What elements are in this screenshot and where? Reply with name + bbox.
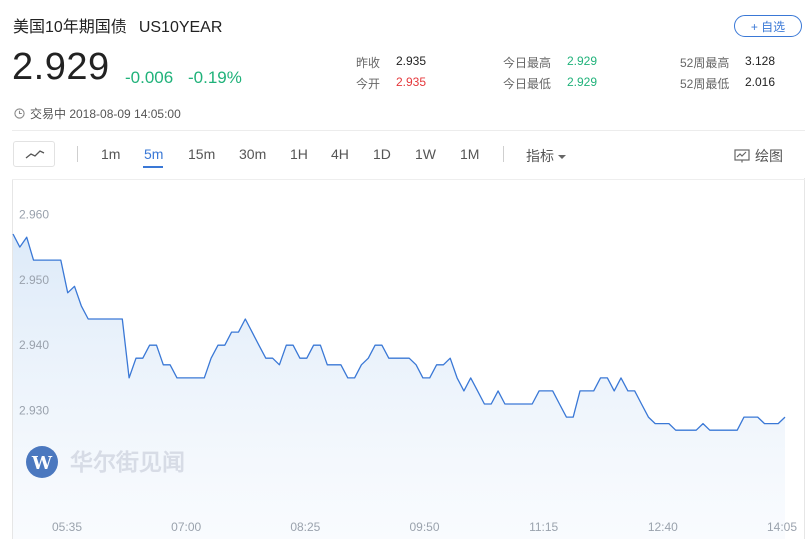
interval-1d[interactable]: 1D xyxy=(373,146,391,162)
x-tick-label-0: 05:35 xyxy=(52,520,82,534)
interval-1mo[interactable]: 1M xyxy=(460,146,479,162)
price-change-percent: -0.19% xyxy=(188,68,242,87)
x-tick-label-5: 12:40 xyxy=(648,520,678,534)
clock-icon xyxy=(14,108,25,119)
trading-status-text: 交易中 2018-08-09 14:05:00 xyxy=(30,107,181,121)
instrument-title: 美国10年期国债 US10YEAR xyxy=(13,13,222,37)
chart-type-button[interactable] xyxy=(13,141,55,167)
toolbar-separator xyxy=(503,146,504,162)
price-area-fill xyxy=(13,234,785,539)
instrument-code: US10YEAR xyxy=(138,19,223,36)
price-chart[interactable]: 2.960 2.950 2.940 2.930 05:35 07:00 08:25 09:5… xyxy=(0,178,805,539)
open-value: 2.935 xyxy=(396,75,427,89)
x-tick-label-6: 14:05 xyxy=(767,520,797,534)
drawing-button[interactable]: 绘图 xyxy=(734,146,783,166)
w52-low-label: 52周最低 xyxy=(680,77,730,91)
indicator-dropdown[interactable]: 指标 xyxy=(526,146,566,166)
open-label: 今开 xyxy=(356,77,381,91)
day-low-label: 今日最低 xyxy=(503,77,552,91)
prev-close-label: 昨收 xyxy=(356,56,381,70)
interval-30m[interactable]: 30m xyxy=(239,146,266,162)
interval-1w[interactable]: 1W xyxy=(415,146,436,162)
watermark-text: 华尔街见闻 xyxy=(70,449,185,476)
y-tick-label-2: 2.940 xyxy=(19,338,49,352)
x-tick-label-3: 09:50 xyxy=(409,520,439,534)
toolbar-separator xyxy=(77,146,78,162)
drawing-board-icon xyxy=(734,149,750,163)
y-tick-label-3: 2.930 xyxy=(19,404,49,418)
interval-1m[interactable]: 1m xyxy=(101,146,120,162)
price-change: -0.006 xyxy=(125,68,174,87)
x-tick-label-2: 08:25 xyxy=(290,520,320,534)
header-divider xyxy=(12,130,805,131)
watermark-logo-letter: W xyxy=(31,453,53,474)
interval-1h[interactable]: 1H xyxy=(290,146,308,162)
w52-low-value: 2.016 xyxy=(745,75,776,89)
x-tick-label-1: 07:00 xyxy=(171,520,201,534)
x-tick-label-4: 11:15 xyxy=(529,520,558,534)
drawing-label: 绘图 xyxy=(755,148,783,164)
trading-status: 交易中 2018-08-09 14:05:00 xyxy=(14,105,181,122)
interval-15m[interactable]: 15m xyxy=(188,146,215,162)
instrument-name: 美国10年期国债 xyxy=(13,19,127,36)
line-chart-icon xyxy=(25,150,45,159)
last-price: 2.929 xyxy=(12,46,110,88)
caret-down-icon xyxy=(557,155,566,160)
w52-high-label: 52周最高 xyxy=(680,56,730,70)
interval-5m[interactable]: 5m xyxy=(144,146,163,162)
watermark: W 华尔街见闻 xyxy=(26,446,185,478)
prev-close-value: 2.935 xyxy=(396,54,427,68)
active-interval-underline xyxy=(143,166,163,168)
y-tick-label-1: 2.950 xyxy=(19,273,49,287)
indicator-label: 指标 xyxy=(526,148,554,164)
y-tick-label-0: 2.960 xyxy=(19,207,49,221)
add-watchlist-button[interactable]: + 自选 xyxy=(734,15,802,37)
w52-high-value: 3.128 xyxy=(745,54,776,68)
interval-4h[interactable]: 4H xyxy=(331,146,349,162)
day-high-value: 2.929 xyxy=(567,54,598,68)
day-high-label: 今日最高 xyxy=(503,56,552,70)
day-low-value: 2.929 xyxy=(567,75,598,89)
